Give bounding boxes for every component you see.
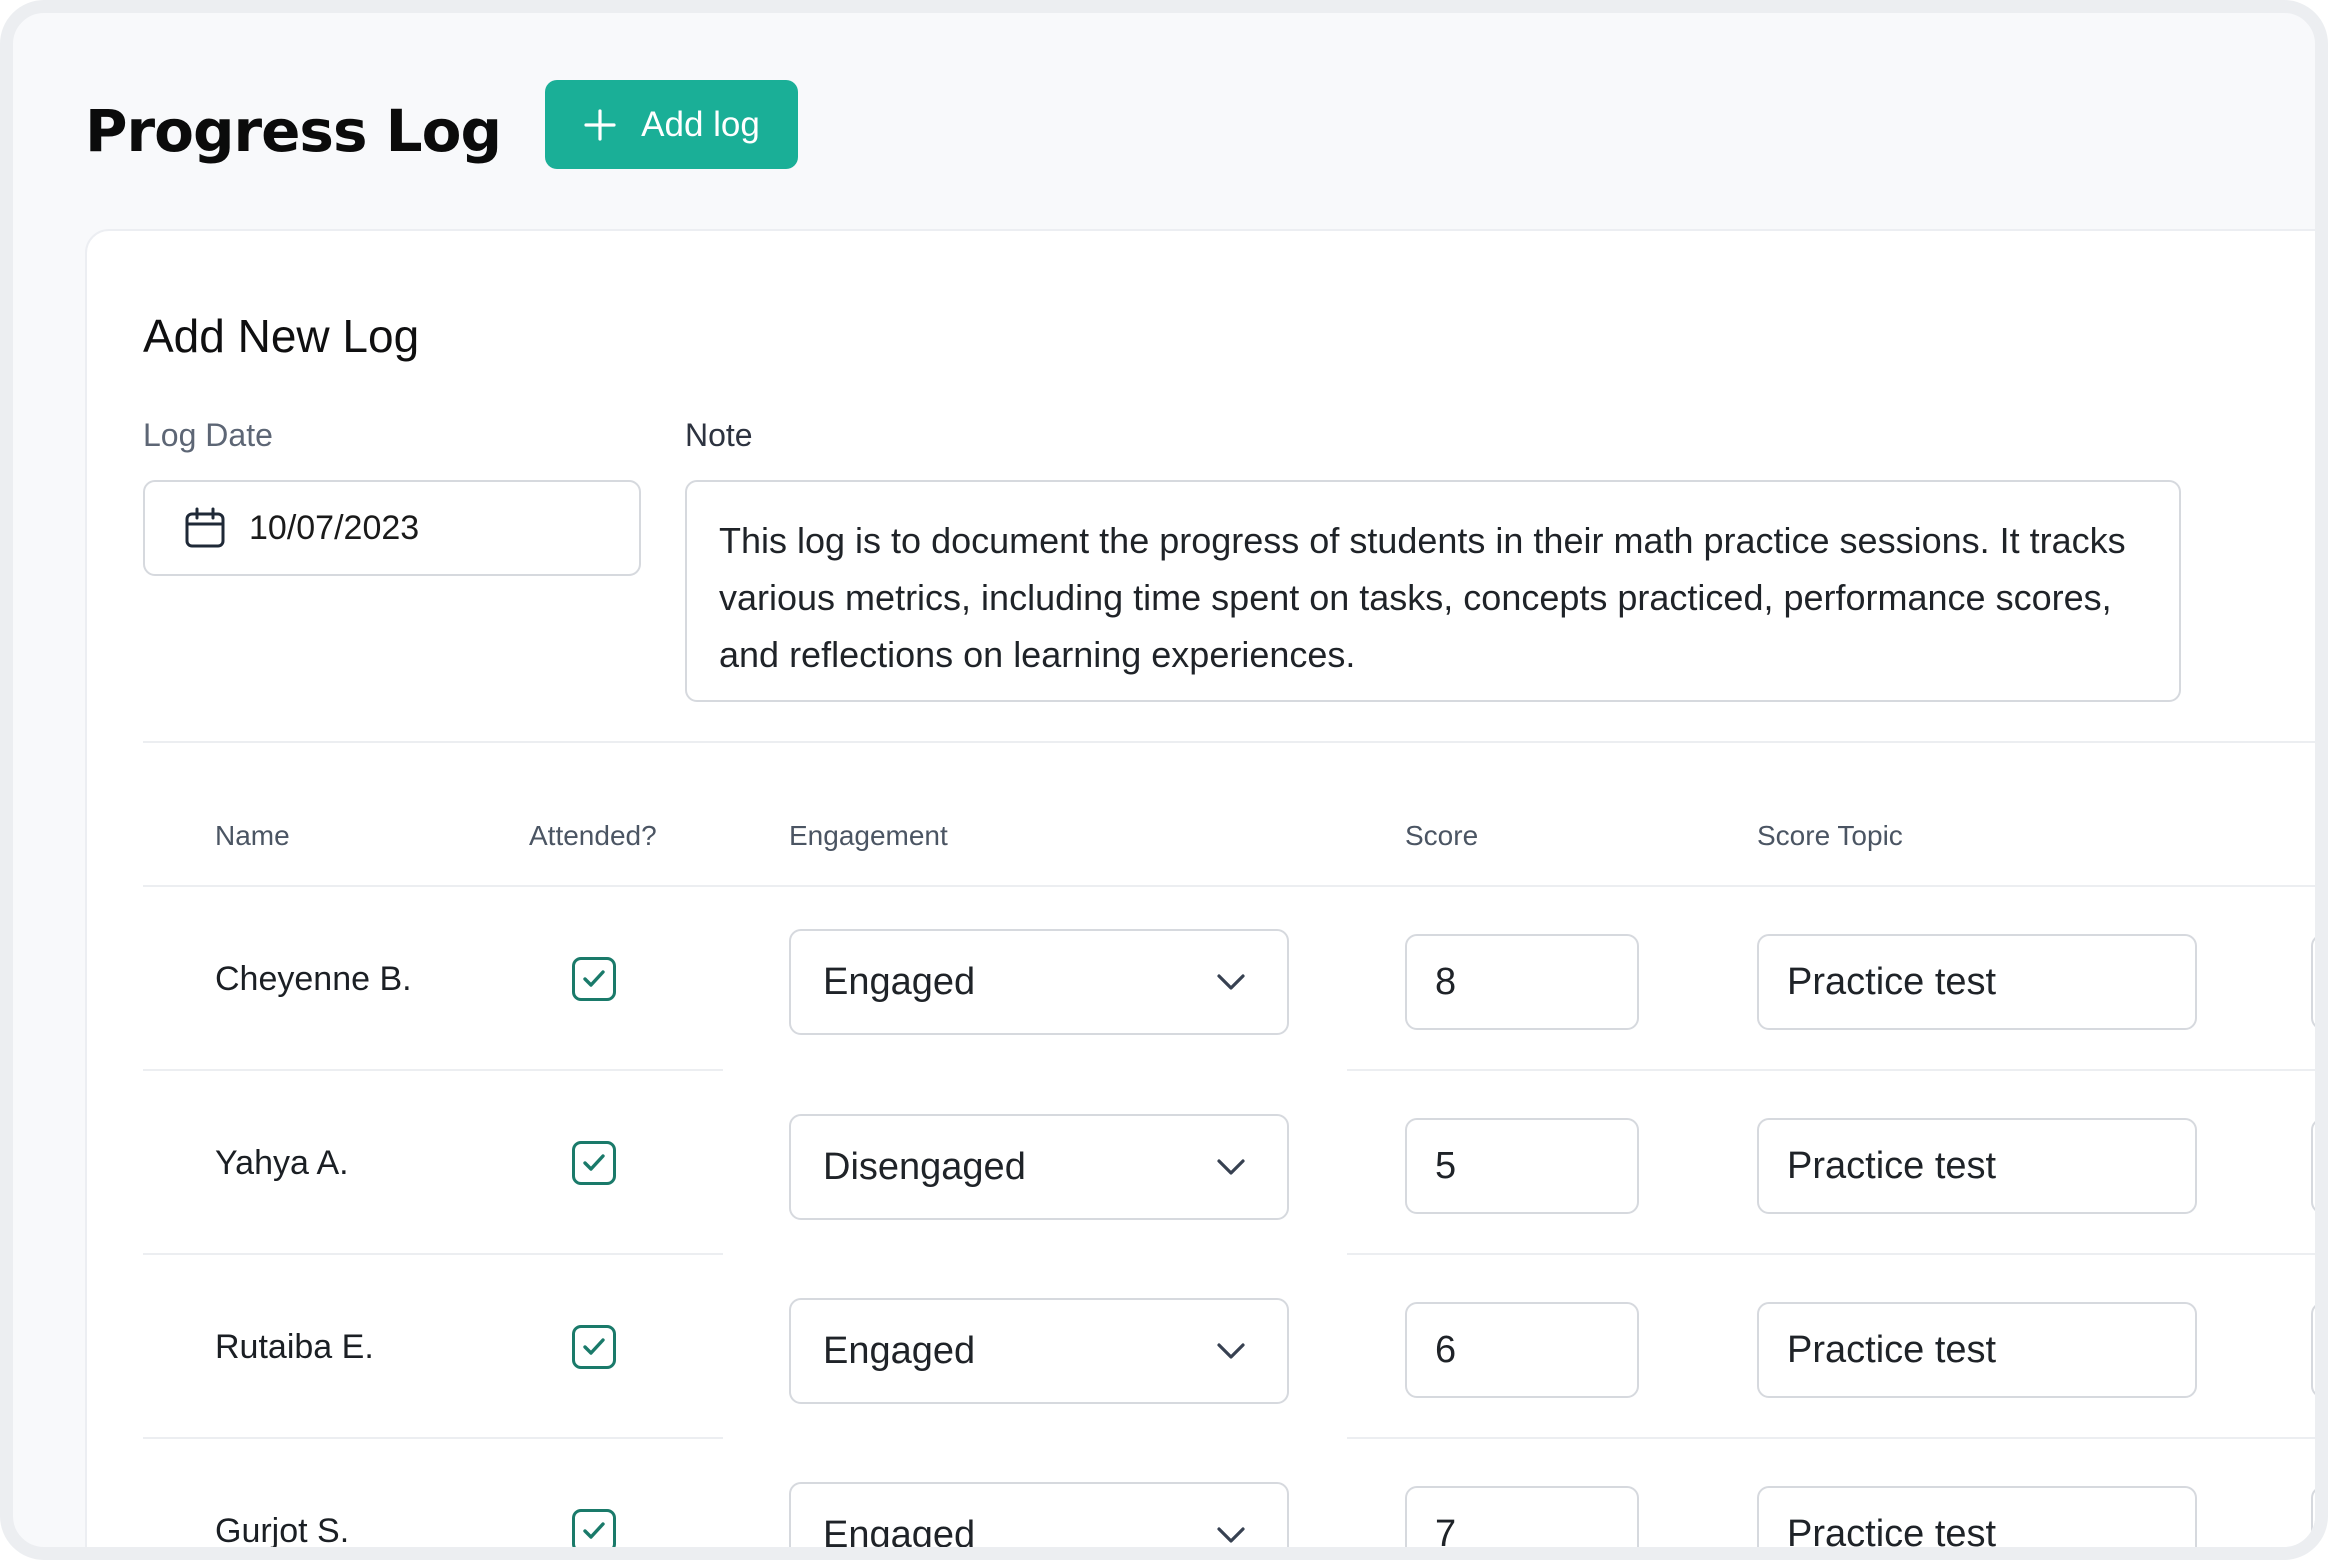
chevron-down-icon: [1217, 1159, 1245, 1175]
app-window: Progress Log Add log Add New Log Log Dat…: [0, 0, 2328, 1560]
score-topic-input[interactable]: Practice test: [1757, 934, 2197, 1030]
column-header-name: Name: [215, 820, 290, 851]
engagement-select[interactable]: Disengaged: [789, 1114, 1289, 1220]
notes-input[interactable]: [2311, 1486, 2315, 1547]
score-topic-input[interactable]: Practice test: [1757, 1118, 2197, 1214]
check-icon: [583, 970, 605, 987]
attended-checkbox[interactable]: [572, 957, 616, 1001]
column-header-engagement: Engagement: [789, 820, 948, 851]
chevron-down-icon: [1217, 1343, 1245, 1359]
engagement-value: Engaged: [823, 1513, 976, 1556]
check-icon: [583, 1154, 605, 1171]
chevron-down-icon: [1217, 1527, 1245, 1543]
row-divider: [1347, 1437, 2315, 1439]
add-log-card: Add New Log Log Date Note 10/07/2023 Thi…: [85, 229, 2315, 1556]
engagement-value: Engaged: [823, 960, 976, 1003]
score-input[interactable]: 5: [1405, 1118, 1639, 1214]
card-title: Add New Log: [143, 310, 420, 362]
plus-icon: [584, 108, 616, 141]
row-divider: [1347, 1253, 2315, 1255]
score-topic-input[interactable]: Practice test: [1757, 1302, 2197, 1398]
student-name: Cheyenne B.: [215, 960, 412, 998]
engagement-select[interactable]: Engaged: [789, 1482, 1289, 1556]
log-date-value: 10/07/2023: [249, 508, 420, 547]
score-input[interactable]: 6: [1405, 1302, 1639, 1398]
attended-checkbox[interactable]: [572, 1509, 616, 1547]
note-label: Note: [685, 417, 753, 453]
row-divider: [1347, 1069, 2315, 1071]
calendar-icon: [185, 507, 225, 548]
log-date-label: Log Date: [143, 417, 273, 453]
row-divider: [143, 1437, 723, 1439]
add-log-button[interactable]: Add log: [545, 80, 798, 169]
student-name: Rutaiba E.: [215, 1328, 374, 1366]
score-input[interactable]: 8: [1405, 934, 1639, 1030]
header-divider: [143, 885, 2315, 887]
log-date-field[interactable]: 10/07/2023: [143, 480, 641, 576]
page-title: Progress Log: [85, 97, 502, 165]
section-divider: [143, 741, 2315, 743]
score-input[interactable]: 7: [1405, 1486, 1639, 1547]
engagement-select[interactable]: Engaged: [789, 1298, 1289, 1404]
engagement-value: Engaged: [823, 1329, 976, 1372]
student-name: Gurjot S.: [215, 1512, 350, 1550]
notes-input[interactable]: [2311, 1302, 2315, 1398]
note-textarea[interactable]: This log is to document the progress of …: [685, 480, 2181, 702]
check-icon: [583, 1522, 605, 1539]
column-header-notes: N: [2313, 820, 2315, 852]
notes-input[interactable]: [2311, 1118, 2315, 1214]
column-header-attended: Attended?: [529, 820, 657, 851]
notes-input[interactable]: [2311, 934, 2315, 1030]
row-divider: [143, 1253, 723, 1255]
row-divider: [143, 1069, 723, 1071]
column-header-score-topic: Score Topic: [1757, 820, 1903, 851]
chevron-down-icon: [1217, 974, 1245, 990]
attended-checkbox[interactable]: [572, 1325, 616, 1369]
add-log-button-label: Add log: [641, 104, 760, 144]
student-name: Yahya A.: [215, 1144, 349, 1182]
engagement-select[interactable]: Engaged: [789, 929, 1289, 1035]
column-header-score: Score: [1405, 820, 1479, 851]
check-icon: [583, 1338, 605, 1355]
engagement-value: Disengaged: [823, 1145, 1026, 1188]
attended-checkbox[interactable]: [572, 1141, 616, 1185]
score-topic-input[interactable]: Practice test: [1757, 1486, 2197, 1547]
